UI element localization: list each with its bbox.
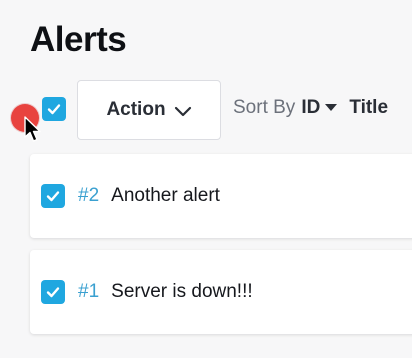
sort-by-label: Sort By — [233, 97, 296, 118]
caret-down-icon[interactable] — [325, 104, 338, 112]
alert-title: Server is down!!! — [111, 281, 253, 302]
page-title: Alerts — [30, 20, 127, 59]
checkmark-icon — [47, 104, 61, 115]
alert-id-link[interactable]: #2 — [78, 185, 99, 207]
action-dropdown-button[interactable]: Action — [77, 80, 221, 140]
select-all-checkbox[interactable] — [42, 97, 66, 121]
alert-checkbox[interactable] — [41, 280, 65, 304]
alert-title: Another alert — [111, 185, 220, 206]
alert-id-link[interactable]: #1 — [78, 281, 99, 303]
sort-field-id[interactable]: ID — [301, 97, 320, 119]
sort-controls: Sort By ID Title — [233, 97, 388, 119]
alert-card[interactable]: #2 Another alert — [30, 154, 412, 238]
chevron-down-icon — [174, 106, 191, 117]
checkmark-icon — [46, 287, 60, 298]
checkmark-icon — [46, 191, 60, 202]
sort-option-title[interactable]: Title — [349, 97, 388, 119]
action-button-label: Action — [106, 99, 166, 120]
alert-card[interactable]: #1 Server is down!!! — [30, 250, 412, 334]
mouse-cursor-icon — [24, 116, 41, 142]
alert-checkbox[interactable] — [41, 184, 65, 208]
